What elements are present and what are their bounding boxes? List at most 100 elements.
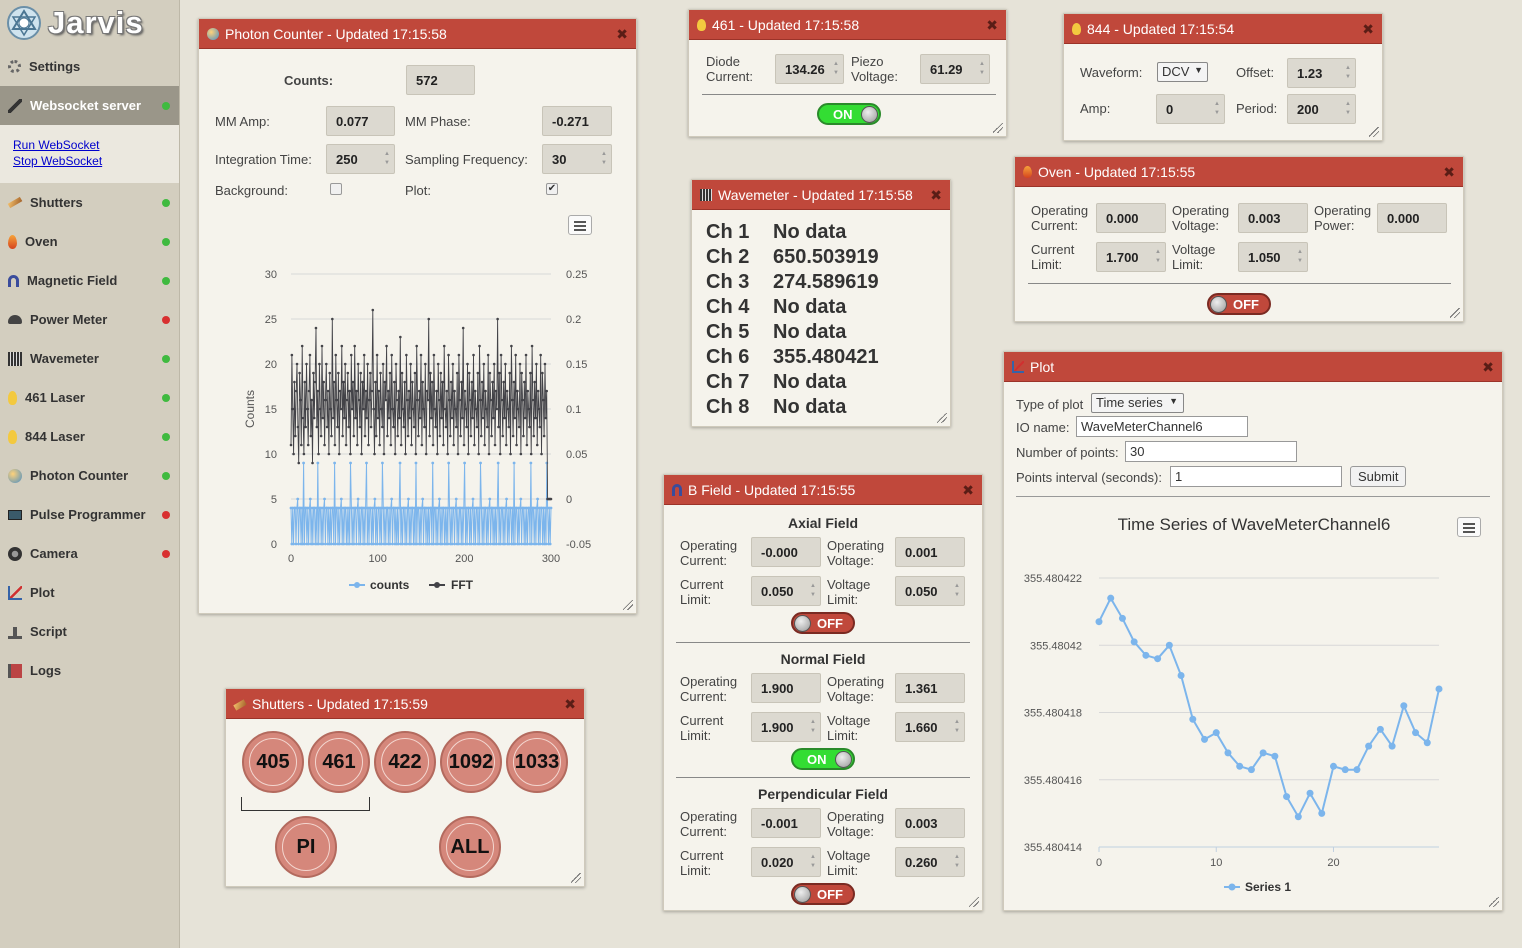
resize-handle[interactable]: [1489, 897, 1499, 907]
shutter-1033-button[interactable]: 1033: [506, 731, 568, 793]
laser-461-toggle[interactable]: ON: [817, 103, 881, 125]
oven-current-limit-input[interactable]: 1.700: [1096, 242, 1166, 272]
sidebar-item-wavemeter[interactable]: Wavemeter: [0, 339, 179, 378]
close-icon[interactable]: ✖: [1443, 164, 1455, 181]
oven-toggle[interactable]: OFF: [1207, 293, 1271, 315]
sidebar-item-magnetic-field[interactable]: Magnetic Field: [0, 261, 179, 300]
fft-point: [399, 443, 403, 447]
sidebar-item-shutters[interactable]: Shutters: [0, 183, 179, 222]
close-icon[interactable]: ✖: [1362, 21, 1374, 38]
io-name-input[interactable]: WaveMeterChannel6: [1076, 416, 1248, 437]
sidebar-item-plot[interactable]: Plot: [0, 573, 179, 612]
fft-point: [340, 344, 344, 348]
normal-field-current-limit-input[interactable]: 1.900: [751, 712, 821, 742]
normal-field-voltage-limit-input[interactable]: 1.660: [895, 712, 965, 742]
resize-handle[interactable]: [571, 873, 581, 883]
resize-handle[interactable]: [993, 123, 1003, 133]
counts-point: [352, 542, 356, 546]
close-icon[interactable]: ✖: [986, 17, 998, 34]
sidebar-item-power-meter[interactable]: Power Meter: [0, 300, 179, 339]
sidebar-item-logs[interactable]: Logs: [0, 651, 179, 690]
shutter-1092-button[interactable]: 1092: [440, 731, 502, 793]
perpendicular-field-voltage-limit-input[interactable]: 0.260: [895, 847, 965, 877]
close-icon[interactable]: ✖: [1482, 359, 1494, 376]
amp-input[interactable]: 0: [1156, 94, 1225, 124]
fft-point: [399, 335, 402, 339]
legend-fft-label: FFT: [451, 578, 474, 592]
resize-handle[interactable]: [937, 413, 947, 423]
perpendicular-field-current-limit-input[interactable]: 0.020: [751, 847, 821, 877]
sidebar-item-settings[interactable]: Settings: [0, 46, 179, 86]
fft-point: [414, 452, 418, 456]
fft-point: [306, 407, 309, 411]
wavemeter-header[interactable]: Wavemeter - Updated 17:15:58 ✖: [692, 180, 950, 210]
oven-header[interactable]: Oven - Updated 17:15:55 ✖: [1015, 157, 1463, 187]
close-icon[interactable]: ✖: [962, 482, 974, 499]
app-logo[interactable]: Jarvis: [0, 0, 179, 46]
resize-handle[interactable]: [1450, 308, 1460, 318]
run-websocket-link[interactable]: Run WebSocket: [13, 137, 179, 153]
laser-461-header[interactable]: 461 - Updated 17:15:58 ✖: [689, 10, 1006, 40]
sidebar-item-label: Logs: [30, 663, 62, 678]
sampling-frequency-input[interactable]: 30: [542, 144, 612, 174]
number-of-points-input[interactable]: 30: [1125, 441, 1297, 462]
shutter-405-button[interactable]: 405: [242, 731, 304, 793]
laser-844-header[interactable]: 844 - Updated 17:15:54 ✖: [1064, 14, 1382, 44]
close-icon[interactable]: ✖: [616, 26, 628, 43]
wavemeter-channel-row: Ch 2 650.503919: [706, 246, 879, 269]
series-1-point: [1130, 638, 1138, 646]
close-icon[interactable]: ✖: [564, 696, 576, 713]
plot-header[interactable]: Plot ✖: [1004, 352, 1502, 382]
wavemeter-channel-row: Ch 5 No data: [706, 321, 846, 344]
fft-point: [480, 380, 484, 384]
waveform-select[interactable]: DCV ▼: [1157, 62, 1208, 82]
shutter-422-button[interactable]: 422: [374, 731, 436, 793]
period-input[interactable]: 200: [1287, 94, 1356, 124]
axial-field-current-limit-input[interactable]: 0.050: [751, 576, 821, 606]
sidebar-item-pulse-programmer[interactable]: Pulse Programmer: [0, 495, 179, 534]
axial-field-toggle[interactable]: OFF: [791, 612, 855, 634]
offset-input[interactable]: 1.23: [1287, 58, 1356, 88]
counts-point: [384, 542, 388, 546]
background-checkbox[interactable]: [330, 183, 342, 195]
points-interval-input[interactable]: 1: [1170, 466, 1342, 487]
sidebar-item-844-laser[interactable]: 844 Laser: [0, 417, 179, 456]
submit-button[interactable]: Submit: [1350, 466, 1407, 487]
sidebar-item-oven[interactable]: Oven: [0, 222, 179, 261]
chart-menu-button[interactable]: [568, 215, 592, 235]
oven-voltage-limit-input[interactable]: 1.050: [1238, 242, 1308, 272]
resize-handle[interactable]: [1369, 127, 1379, 137]
bfield-header[interactable]: B Field - Updated 17:15:55 ✖: [664, 475, 982, 505]
fft-point: [518, 362, 522, 366]
plot-checkbox[interactable]: ✔: [546, 183, 558, 195]
sidebar-item-461-laser[interactable]: 461 Laser: [0, 378, 179, 417]
stop-websocket-link[interactable]: Stop WebSocket: [13, 153, 179, 169]
close-icon[interactable]: ✖: [930, 187, 942, 204]
diode-current-input[interactable]: 134.26: [775, 54, 844, 84]
photon-counter-header[interactable]: Photon Counter - Updated 17:15:58 ✖: [199, 19, 636, 49]
fft-point: [348, 389, 351, 393]
sidebar-item-photon-counter[interactable]: Photon Counter: [0, 456, 179, 495]
fft-point: [516, 407, 520, 411]
piezo-voltage-input[interactable]: 61.29: [920, 54, 990, 84]
sidebar-item-camera[interactable]: Camera: [0, 534, 179, 573]
type-of-plot-select[interactable]: Time series ▼: [1091, 393, 1184, 413]
shutter-pi-button[interactable]: PI: [275, 816, 337, 878]
normal-field-toggle[interactable]: ON: [791, 748, 855, 770]
axial-field-voltage-limit-input[interactable]: 0.050: [895, 576, 965, 606]
fft-point: [344, 443, 348, 447]
resize-handle[interactable]: [969, 897, 979, 907]
resize-handle[interactable]: [623, 600, 633, 610]
type-of-plot-label: Type of plot: [1016, 397, 1084, 412]
integration-time-input[interactable]: 250: [326, 144, 395, 174]
y2-tick-label: 0.1: [566, 404, 581, 416]
sidebar-item-script[interactable]: Script: [0, 612, 179, 651]
sidebar-item-websocket-server[interactable]: Websocket server: [0, 86, 179, 125]
shutters-header[interactable]: Shutters - Updated 17:15:59 ✖: [226, 689, 584, 719]
fft-point: [424, 362, 427, 366]
status-indicator: [162, 432, 170, 441]
shutter-461-button[interactable]: 461: [308, 731, 370, 793]
shutter-all-button[interactable]: ALL: [439, 816, 501, 878]
fft-point: [318, 407, 322, 411]
perpendicular-field-toggle[interactable]: OFF: [791, 883, 855, 905]
